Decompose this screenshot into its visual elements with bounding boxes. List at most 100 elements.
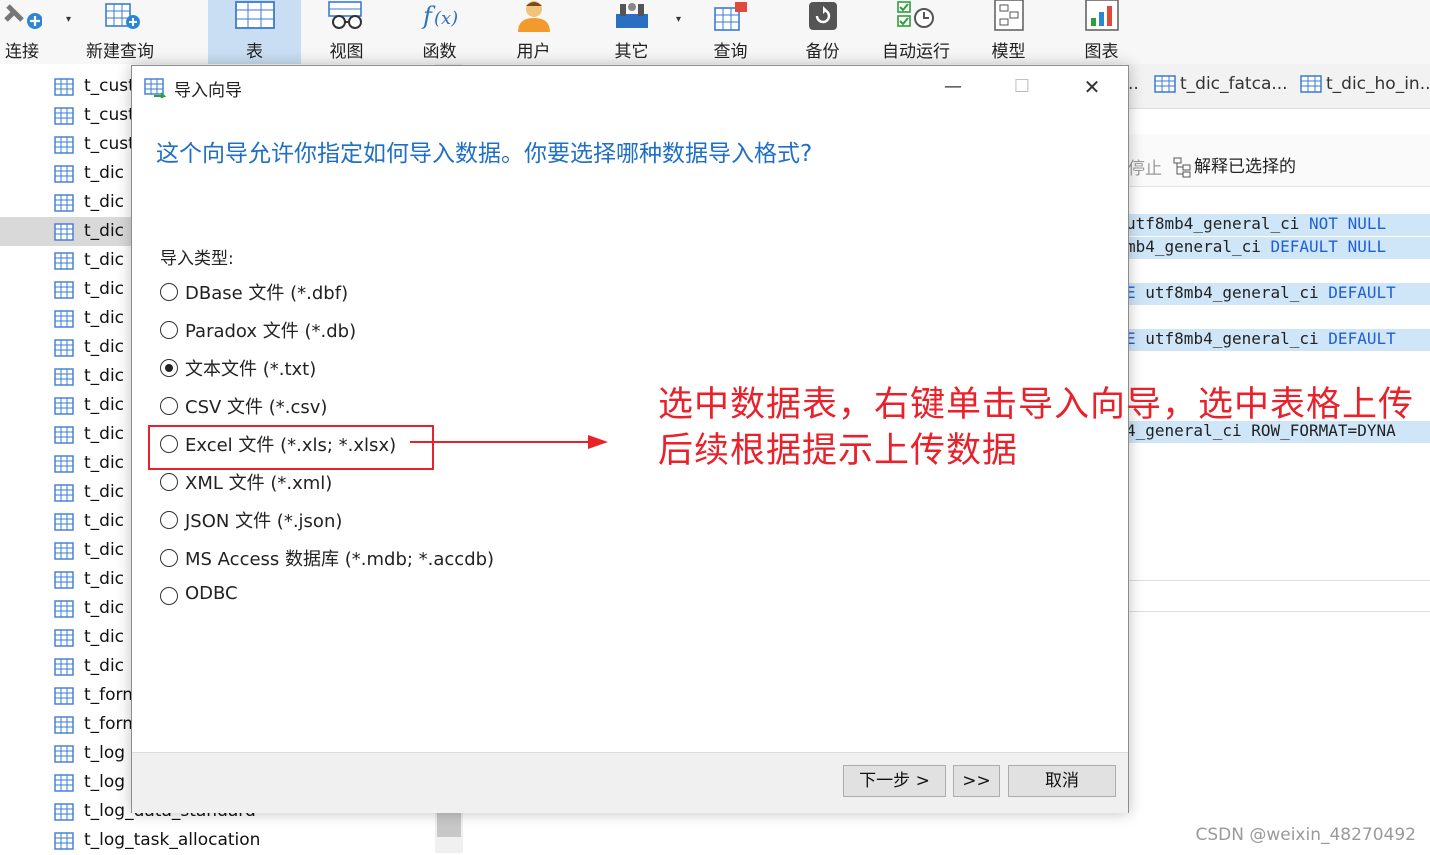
toolbar-button-8[interactable]: 查询 xyxy=(684,0,777,64)
option-label: MS Access 数据库 (*.mdb; *.accdb) xyxy=(185,549,495,570)
tab-overflow[interactable]: .. xyxy=(1128,74,1139,100)
cancel-button[interactable]: 取消 xyxy=(1008,765,1116,797)
table-icon xyxy=(54,658,74,676)
table-icon xyxy=(54,687,74,705)
table-icon xyxy=(54,803,74,821)
sql-text: utf8mb4_general_ci xyxy=(1135,283,1329,302)
toolbar-button-10[interactable]: 自动运行 xyxy=(868,0,964,64)
table-icon xyxy=(1300,75,1322,93)
table-name: t_dic xyxy=(84,627,125,647)
table-list-item[interactable]: t_log_task_allocation xyxy=(0,826,435,855)
radio-button[interactable] xyxy=(160,587,178,605)
radio-button[interactable] xyxy=(160,397,178,415)
model-icon xyxy=(989,0,1029,32)
table-icon xyxy=(54,571,74,589)
dropdown-arrow-icon[interactable]: ▾ xyxy=(66,14,71,25)
toolbar-button-12[interactable]: 图表 xyxy=(1055,0,1148,64)
tab-t-dic-ho-in[interactable]: t_dic_ho_in... xyxy=(1300,74,1430,100)
sql-keyword: NOT NULL xyxy=(1309,214,1387,233)
table-icon xyxy=(54,136,74,154)
toolbar-label: 连接 xyxy=(5,42,39,62)
toolbar-button-11[interactable]: 模型 xyxy=(962,0,1055,64)
toolbar-button-4[interactable]: 视图 xyxy=(300,0,393,64)
table-icon xyxy=(54,107,74,125)
finish-jump-button[interactable]: >> xyxy=(953,765,1000,797)
table-name: t_dic xyxy=(84,279,125,299)
table-icon xyxy=(54,194,74,212)
table-name: t_dic xyxy=(84,192,125,212)
svg-text:(x): (x) xyxy=(434,8,458,29)
option-label: ODBC xyxy=(185,583,238,604)
table-icon xyxy=(54,774,74,792)
radio-button[interactable] xyxy=(160,359,178,377)
annotation-line-1: 选中数据表，右键单击导入向导，选中表格上传 xyxy=(658,385,1415,425)
scroll-thumb[interactable] xyxy=(437,809,461,837)
maximize-button[interactable]: ☐ xyxy=(987,66,1057,108)
dialog-footer: 下一步 > >> 取消 xyxy=(132,752,1128,813)
table-icon xyxy=(54,542,74,560)
toolbar-label: 查询 xyxy=(713,42,748,62)
toolbar-button-6[interactable]: 用户 xyxy=(487,0,580,64)
table-icon xyxy=(54,629,74,647)
option-label: CSV 文件 (*.csv) xyxy=(185,397,328,418)
editor-toolbar: 停止 解释已选择的 xyxy=(1126,134,1430,187)
backup-icon xyxy=(803,0,843,32)
toolbar-button-9[interactable]: 备份 xyxy=(776,0,869,64)
table-icon xyxy=(54,716,74,734)
table-name: t_dic xyxy=(84,424,125,444)
radio-button[interactable] xyxy=(160,473,178,491)
minimize-button[interactable]: — xyxy=(918,66,988,108)
table-name: t_dic xyxy=(84,308,125,328)
watermark: CSDN @weixin_48270492 xyxy=(1195,825,1416,845)
toolbar-button-2[interactable]: 新建查询 xyxy=(78,0,162,64)
radio-button[interactable] xyxy=(160,283,178,301)
tab-label: t_dic_ho_in... xyxy=(1326,74,1430,94)
option-label: JSON 文件 (*.json) xyxy=(185,511,343,532)
table-icon xyxy=(234,0,275,32)
tab-t-dic-fatca[interactable]: t_dic_fatca... xyxy=(1154,74,1288,100)
table-icon xyxy=(54,368,74,386)
table-name: t_dic xyxy=(84,163,125,183)
table-name: t_dic xyxy=(84,221,125,241)
radio-button[interactable] xyxy=(160,321,178,339)
toolbar-label: 新建查询 xyxy=(86,42,154,62)
table-icon xyxy=(54,426,74,444)
radio-button[interactable] xyxy=(160,511,178,529)
main-toolbar: 连接 新建查询 表 视图 f (x) 函数 用户 其它 查询 备份 自动运行 模型 图表 ▾ ▾ xyxy=(0,0,1430,64)
toolbar-button-7[interactable]: 其它 xyxy=(585,0,678,64)
table-name: t_dic xyxy=(84,656,125,676)
toolbar-button-5[interactable]: f (x) 函数 xyxy=(393,0,486,64)
dialog-titlebar[interactable]: 导入向导 — ☐ ✕ xyxy=(132,66,1128,108)
code-line: E utf8mb4_general_ci DEFAULT xyxy=(1126,329,1430,351)
sql-keyword: DEFAULT xyxy=(1328,329,1396,348)
toolbar-label: 模型 xyxy=(991,42,1026,62)
explain-icon xyxy=(1173,157,1191,178)
table-name: t_cust xyxy=(84,105,135,125)
table-icon xyxy=(1154,75,1176,93)
editor-divider xyxy=(1126,580,1430,581)
table-name: t_dic xyxy=(84,250,125,270)
table-icon xyxy=(54,252,74,270)
user-icon xyxy=(514,0,554,32)
excel-option-highlight xyxy=(148,425,434,470)
table-icon xyxy=(54,281,74,299)
sql-text: mb4_general_ci xyxy=(1126,237,1271,256)
toolbar-label: 表 xyxy=(246,42,263,62)
dropdown-arrow-icon[interactable]: ▾ xyxy=(676,14,681,25)
stop-button[interactable]: 停止 xyxy=(1128,154,1162,179)
next-button[interactable]: 下一步 > xyxy=(843,765,946,797)
toolbar-button-1[interactable]: 连接 xyxy=(0,0,44,64)
table-icon xyxy=(54,397,74,415)
table-icon xyxy=(54,223,74,241)
toolbar-button-3[interactable]: 表 xyxy=(208,0,301,64)
import-type-label: 导入类型: xyxy=(160,249,234,269)
code-line: mb4_general_ci DEFAULT NULL xyxy=(1126,237,1430,259)
close-button[interactable]: ✕ xyxy=(1057,66,1127,108)
table-name: t_log xyxy=(84,772,126,792)
explain-button[interactable]: 解释已选择的 xyxy=(1172,152,1296,178)
new-query-icon xyxy=(100,0,140,32)
sql-text: utf8mb4_general_ci xyxy=(1126,214,1310,233)
toolbar-label: 自动运行 xyxy=(882,42,950,62)
table-name: t_cust xyxy=(84,134,135,154)
radio-button[interactable] xyxy=(160,549,178,567)
